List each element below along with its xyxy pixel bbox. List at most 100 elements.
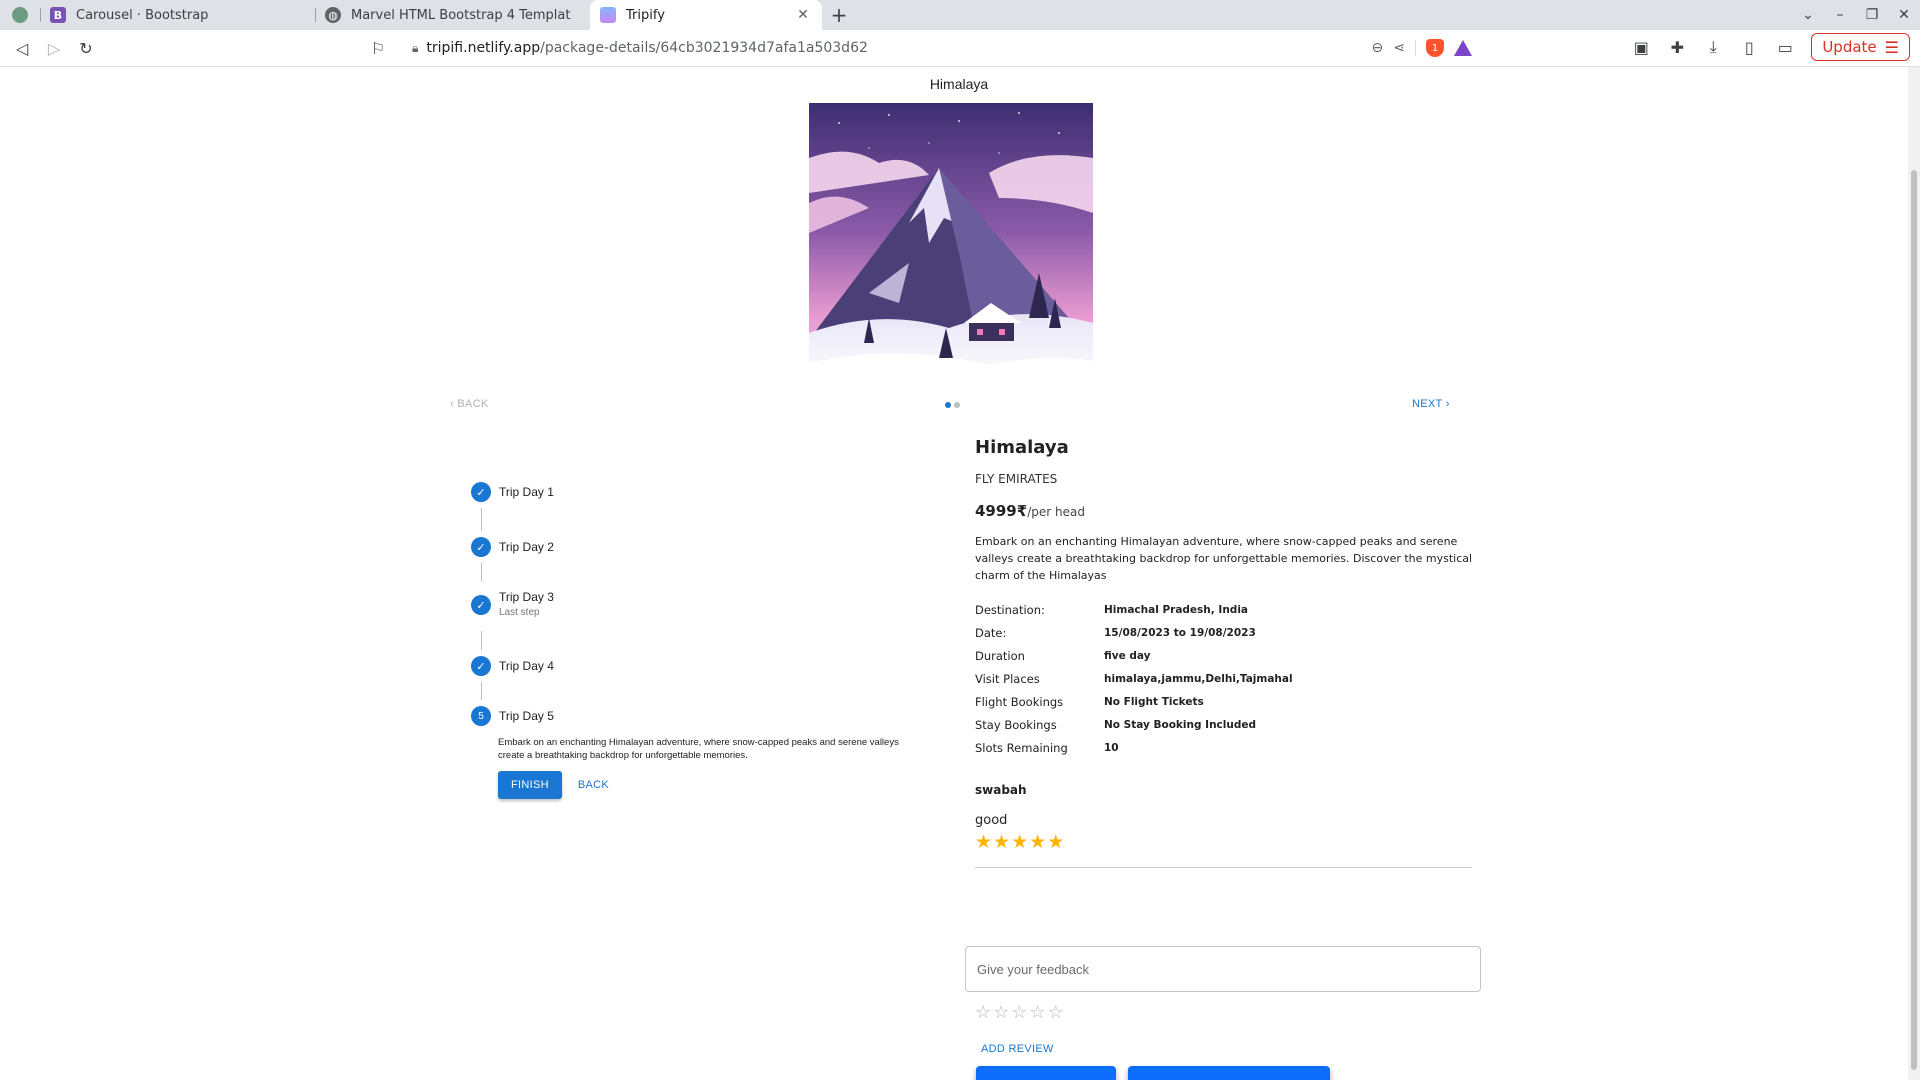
feedback-rating-input: ☆ ☆ ☆ ☆ ☆ [975,1002,1064,1023]
back-arrow-icon[interactable]: ◁ [6,34,38,62]
step-trip-day-5[interactable]: 5 Trip Day 5 [471,706,911,726]
page-scrollbar[interactable] [1908,67,1920,1080]
wallet-icon[interactable]: ▭ [1769,33,1801,61]
step-trip-day-2[interactable]: ✓ Trip Day 2 [471,537,911,557]
address-bar[interactable]: 🔒︎ tripifi.netlify.app/package-details/6… [400,34,1480,62]
tab-tripify[interactable]: Tripify ✕ [590,0,822,30]
tab-list-icon[interactable]: ⌄ [1792,7,1824,23]
browser-toolbar: ◁ ▷ ↻ ⚐ 🔒︎ tripifi.netlify.app/package-d… [0,30,1920,67]
review-text: good [975,813,1008,828]
carousel-dot-2[interactable] [954,402,960,408]
maximize-icon[interactable]: ❐ [1856,7,1888,23]
star-empty-icon[interactable]: ☆ [1029,1002,1045,1023]
menu-icon: ☰ [1884,37,1899,57]
info-row-flight-bookings: Flight Bookings No Flight Tickets [975,690,1475,713]
info-row-stay-bookings: Stay Bookings No Stay Booking Included [975,713,1475,736]
step-connector [481,508,482,531]
info-row-visit-places: Visit Places himalaya,jammu,Delhi,Tajmah… [975,667,1475,690]
carousel-title: Himalaya [929,76,989,92]
sidebar-icon[interactable]: ▯ [1733,33,1765,61]
info-value: five day [1104,649,1151,662]
zoom-icon[interactable]: ⊖ [1372,40,1384,56]
feedback-input[interactable]: Give your feedback [965,946,1481,992]
info-value: 15/08/2023 to 19/08/2023 [1104,626,1256,639]
carousel-dots [945,402,960,408]
package-price: 4999₹/per head [975,502,1475,520]
step-back-button[interactable]: BACK [578,779,609,791]
carousel-back-label: BACK [457,398,489,410]
info-value: 10 [1104,741,1119,754]
carousel-back-button[interactable]: ‹ BACK [450,398,488,410]
bookmark-icon[interactable]: ⚐ [362,34,394,62]
share-icon[interactable]: ⋖ [1393,40,1405,56]
star-filled-icon: ★ [993,831,1011,853]
price-unit: /per head [1027,505,1085,519]
info-key: Duration [975,648,1025,663]
trip-day-stepper: ✓ Trip Day 1 ✓ Trip Day 2 ✓ Trip Day 3 L… [471,482,911,799]
step-label: Trip Day 1 [499,485,554,499]
tab-title: Marvel HTML Bootstrap 4 Templat [351,7,571,23]
check-icon: ✓ [471,595,491,615]
info-value: himalaya,jammu,Delhi,Tajmahal [1104,672,1293,685]
scrollbar-thumb[interactable] [1911,170,1917,1070]
mountain-illustration [809,103,1093,387]
info-key: Visit Places [975,671,1040,686]
check-icon: ✓ [471,482,491,502]
extension-icon[interactable]: ▣ [1625,33,1657,61]
tab-title: Tripify [626,7,665,23]
tab-carousel-bootstrap[interactable]: B Carousel · Bootstrap [40,0,315,30]
star-empty-icon[interactable]: ☆ [975,1002,991,1023]
price-value: 4999₹ [975,502,1028,520]
check-icon: ✓ [471,656,491,676]
step-trip-day-4[interactable]: ✓ Trip Day 4 [471,656,911,676]
star-empty-icon[interactable]: ☆ [993,1002,1009,1023]
finish-button[interactable]: FINISH [498,771,562,799]
chat-enquiries-button[interactable]: Chat for more Enquiries [1128,1066,1330,1080]
book-package-button[interactable]: Book Package [976,1066,1116,1080]
brave-rewards-icon[interactable] [1454,40,1472,56]
carousel-dot-1[interactable] [945,402,951,408]
package-name: Himalaya [975,437,1069,458]
star-empty-icon[interactable]: ☆ [1011,1002,1027,1023]
info-key: Date: [975,625,1007,640]
step-connector [481,631,482,650]
step-connector [481,563,482,581]
package-description: Embark on an enchanting Himalayan advent… [975,535,1473,582]
page-content: Himalaya ‹ BACK NEXT › ✓ Trip Day 1 ✓ Tr… [0,67,1908,1080]
step-optional-label: Last step [499,607,540,618]
brave-shield-icon[interactable]: 1 [1426,39,1444,57]
add-review-button[interactable]: ADD REVIEW [981,1043,1054,1055]
star-filled-icon: ★ [975,831,993,853]
download-icon[interactable]: ⤓ [1697,33,1729,61]
step-trip-day-1[interactable]: ✓ Trip Day 1 [471,482,911,502]
reload-icon[interactable]: ↻ [70,34,102,62]
star-empty-icon[interactable]: ☆ [1048,1002,1064,1023]
address-bar-actions: ⊖ ⋖ 1 [1372,39,1472,57]
step-trip-day-3[interactable]: ✓ Trip Day 3 Last step [471,587,911,625]
carousel-next-button[interactable]: NEXT › [1412,398,1450,410]
tab-search-button[interactable] [0,0,40,30]
brave-badge: 1 [1431,42,1439,54]
puzzle-icon[interactable]: ✚ [1661,33,1693,61]
info-key: Stay Bookings [975,717,1057,732]
new-tab-button[interactable]: + [822,0,856,30]
info-value: Himachal Pradesh, India [1104,603,1249,616]
close-window-icon[interactable]: ✕ [1888,7,1920,23]
star-filled-icon: ★ [1029,831,1047,853]
close-tab-icon[interactable]: ✕ [794,7,812,23]
minimize-icon[interactable]: – [1824,7,1856,23]
tab-marvel-template[interactable]: ◍ Marvel HTML Bootstrap 4 Templat [315,0,590,30]
update-button[interactable]: Update ☰ [1811,33,1910,61]
step-label: Trip Day 5 [499,709,554,723]
review-user: swabah [975,783,1027,797]
globe-icon: ◍ [325,7,341,23]
review-rating: ★ ★ ★ ★ ★ [975,832,1475,852]
bootstrap-icon: B [50,7,66,23]
window-controls: ⌄ – ❐ ✕ [1792,0,1920,30]
step-label: Trip Day 3 [499,590,554,604]
package-info-table: Destination: Himachal Pradesh, India Dat… [975,598,1475,759]
carousel-image [809,103,1093,387]
forward-arrow-icon[interactable]: ▷ [38,34,70,62]
update-label: Update [1822,38,1877,56]
info-row-duration: Duration five day [975,644,1475,667]
